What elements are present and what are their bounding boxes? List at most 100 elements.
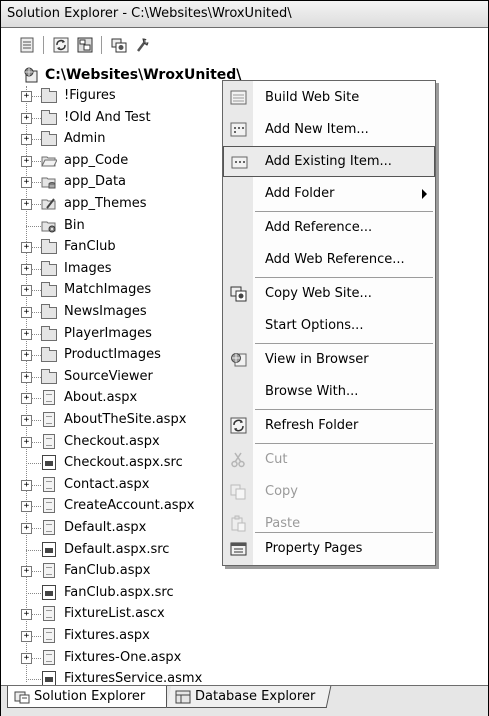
tab-database-explorer[interactable]: Database Explorer — [166, 686, 332, 708]
refresh-icon[interactable] — [53, 37, 69, 53]
tree-connector — [31, 528, 41, 529]
tree-node-label: Contact.aspx — [64, 476, 150, 492]
aspx-page-icon — [41, 649, 57, 666]
nest-related-files-icon[interactable] — [77, 37, 93, 53]
menu-item-view-in-browser[interactable]: View in Browser — [223, 344, 435, 375]
tree-connector — [31, 96, 41, 97]
source-file-icon — [41, 584, 57, 601]
tree-connector — [31, 160, 41, 162]
tree-connector — [31, 441, 41, 443]
asp-net-configuration-icon[interactable] — [135, 37, 151, 53]
menu-item-start-options[interactable]: Start Options... — [223, 310, 435, 341]
tree-node-label: About.aspx — [64, 390, 138, 406]
themes-folder-icon — [41, 196, 57, 212]
add-new-item-icon — [230, 121, 247, 138]
build-icon — [230, 89, 247, 106]
menu-item-label: Add Folder — [265, 186, 335, 201]
tree-connector — [31, 117, 41, 119]
menu-item-label: Copy — [265, 484, 298, 499]
tree-node-label: app_Code — [64, 152, 129, 168]
tree-connector — [26, 592, 41, 594]
solution-explorer-icon — [14, 690, 30, 704]
tree-node-label: Checkout.aspx — [64, 433, 160, 449]
tool-window-tabs: Solution Explorer Database Explorer — [1, 685, 488, 716]
tree-node-label: FanClub.aspx — [64, 563, 151, 579]
aspx-page-icon — [41, 498, 57, 514]
tree-node[interactable]: + Fixtures-One.aspx — [1, 648, 488, 669]
menu-item-label: Refresh Folder — [265, 418, 359, 433]
title-bar: Solution Explorer - C:\Websites\WroxUnit… — [1, 1, 488, 28]
menu-item-refresh-folder[interactable]: Refresh Folder — [223, 410, 435, 441]
tree-connector — [31, 398, 41, 400]
menu-item-label: Browse With... — [265, 384, 359, 399]
tree-connector — [26, 225, 41, 227]
tree-connector — [26, 679, 41, 681]
view-in-browser-icon — [230, 351, 247, 368]
menu-item-label: Property Pages — [265, 541, 363, 556]
tree-connector — [26, 463, 41, 465]
folder-icon — [41, 109, 57, 126]
menu-item-add-reference[interactable]: Add Reference... — [223, 212, 435, 243]
tree-node-label: !Figures — [64, 88, 116, 103]
tree-node[interactable]: FanClub.aspx.src — [1, 583, 488, 604]
menu-item-copy[interactable]: Copy — [223, 476, 435, 507]
tree-connector — [31, 204, 41, 205]
tree-connector — [31, 268, 41, 270]
tree-node[interactable]: + FixtureList.ascx — [1, 604, 488, 625]
tree-connector — [31, 506, 41, 508]
menu-item-add-existing-item[interactable]: Add Existing Item... — [223, 146, 435, 177]
aspx-page-icon — [41, 628, 57, 644]
tree-node-label: CreateAccount.aspx — [64, 498, 195, 514]
copy-web-site-icon[interactable] — [111, 37, 127, 53]
menu-item-build-web-site[interactable]: Build Web Site — [223, 82, 435, 113]
folder-icon — [41, 131, 57, 147]
copy-icon — [230, 483, 247, 500]
tree-node-label: Bin — [64, 217, 85, 233]
menu-item-label: Build Web Site — [265, 90, 360, 105]
tree-node[interactable]: + Fixtures.aspx — [1, 626, 488, 647]
copy-web-site-icon — [230, 285, 247, 302]
paste-icon — [230, 515, 247, 532]
source-file-icon — [41, 541, 57, 558]
refresh-icon — [230, 417, 247, 434]
menu-item-add-folder[interactable]: Add Folder — [223, 178, 435, 209]
menu-item-browse-with[interactable]: Browse With... — [223, 376, 435, 407]
tree-node[interactable]: FixturesService.asmx — [1, 669, 488, 685]
tree-connector — [31, 420, 41, 421]
toolbar-separator — [43, 36, 44, 54]
window-title: Solution Explorer - C:\Websites\WroxUnit… — [7, 6, 292, 21]
tree-node-label: NewsImages — [64, 304, 147, 319]
tree-connector — [31, 182, 41, 184]
aspx-page-icon — [41, 520, 57, 536]
scissors-icon — [230, 451, 247, 468]
menu-item-cut[interactable]: Cut — [223, 444, 435, 475]
toolbar-separator — [101, 36, 102, 54]
tree-connector — [31, 312, 41, 313]
menu-item-label: Add Existing Item... — [265, 154, 392, 169]
tree-connector — [31, 333, 41, 335]
tree-node-label: Checkout.aspx.src — [64, 455, 183, 471]
folder-icon — [41, 304, 57, 320]
menu-item-label: Cut — [265, 452, 288, 467]
aspx-page-icon — [41, 412, 57, 428]
properties-icon[interactable] — [19, 37, 35, 53]
tab-solution-explorer[interactable]: Solution Explorer — [7, 686, 167, 708]
aspx-page-icon — [41, 433, 57, 450]
tree-node-label: app_Data — [64, 174, 127, 190]
menu-item-add-new-item[interactable]: Add New Item... — [223, 114, 435, 145]
menu-item-property-pages[interactable]: Property Pages — [223, 533, 435, 564]
menu-item-copy-web-site[interactable]: Copy Web Site... — [223, 278, 435, 309]
tree-node-label: Default.aspx.src — [64, 541, 170, 557]
tab-solution-explorer-label: Solution Explorer — [34, 689, 146, 704]
menu-item-label: Add Web Reference... — [265, 252, 405, 267]
folder-icon — [41, 260, 57, 277]
tree-connector — [26, 549, 41, 551]
web-project-icon — [23, 67, 39, 83]
menu-item-add-web-reference[interactable]: Add Web Reference... — [223, 244, 435, 275]
tree-node-label: FixtureList.ascx — [64, 606, 165, 622]
menu-item-label: Paste — [265, 516, 301, 531]
tree-node-label: FanClub.aspx.src — [64, 584, 174, 600]
tree-node-label: Images — [64, 260, 112, 276]
tree-node-label: FanClub — [64, 239, 116, 255]
tree-node-label: PlayerImages — [64, 325, 152, 341]
